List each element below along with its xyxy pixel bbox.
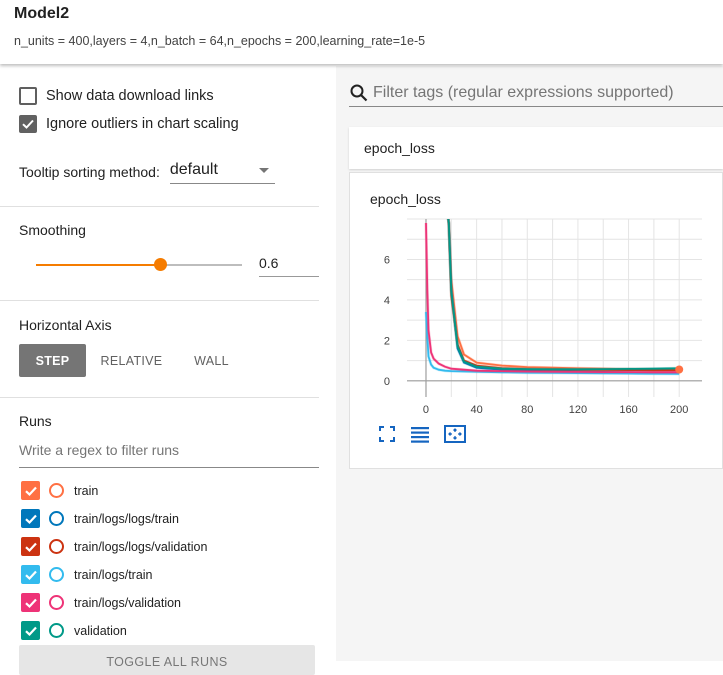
run-color-circle[interactable] (49, 567, 64, 582)
y-tick-label: 0 (384, 376, 390, 388)
chart-toolbar (378, 425, 466, 443)
run-label: train/logs/train (74, 567, 153, 582)
y-tick-label: 6 (384, 254, 390, 266)
run-color-circle[interactable] (49, 539, 64, 554)
check-icon (24, 570, 37, 580)
epoch-loss-chart[interactable]: 0 40 80 120 160 200 0 2 4 6 (350, 173, 723, 423)
series-end-point (675, 365, 684, 374)
run-item[interactable]: train/logs/validation (21, 593, 181, 612)
page-subtitle: n_units = 400,layers = 4,n_batch = 64,n_… (14, 34, 426, 48)
run-checkbox[interactable] (21, 481, 40, 500)
tag-filter-input[interactable]: Filter tags (regular expressions support… (349, 80, 723, 107)
run-label: train/logs/logs/validation (74, 539, 208, 554)
run-item[interactable]: train/logs/logs/validation (21, 537, 207, 556)
smoothing-label: Smoothing (19, 222, 86, 238)
horizontal-axis-buttons: STEP RELATIVE WALL (19, 344, 246, 377)
x-tick-label: 160 (619, 404, 637, 416)
tag-filter-placeholder: Filter tags (regular expressions support… (373, 84, 674, 101)
divider (0, 300, 319, 301)
run-checkbox[interactable] (21, 621, 40, 640)
show-download-links-option[interactable]: Show data download links (19, 87, 214, 105)
ignore-outliers-label: Ignore outliers in chart scaling (46, 116, 239, 132)
fit-domain-icon[interactable] (444, 425, 466, 443)
axis-step-button[interactable]: STEP (19, 344, 86, 377)
header: Model2 n_units = 400,layers = 4,n_batch … (0, 0, 723, 64)
run-checkbox[interactable] (21, 537, 40, 556)
check-icon (24, 598, 37, 608)
runs-label: Runs (19, 413, 52, 429)
tooltip-sorting-label: Tooltip sorting method: (19, 164, 160, 180)
smoothing-slider[interactable] (36, 258, 242, 271)
check-icon (24, 486, 37, 496)
tag-group-title: epoch_loss (364, 140, 435, 156)
page-title: Model2 (14, 5, 70, 22)
run-checkbox[interactable] (21, 509, 40, 528)
smoothing-value-input[interactable]: 0.6 (259, 250, 319, 277)
run-item[interactable]: validation (21, 621, 127, 640)
axis-wall-button[interactable]: WALL (177, 344, 246, 377)
run-label: train/logs/logs/train (74, 511, 179, 526)
check-icon (22, 119, 34, 129)
check-icon (24, 626, 37, 636)
fullscreen-icon[interactable] (378, 425, 396, 443)
run-color-circle[interactable] (49, 623, 64, 638)
y-tick-label: 2 (384, 335, 390, 347)
tooltip-sorting-select[interactable]: default (169, 160, 275, 184)
x-tick-label: 200 (670, 404, 688, 416)
run-checkbox[interactable] (21, 565, 40, 584)
ignore-outliers-checkbox[interactable] (19, 115, 37, 133)
run-color-circle[interactable] (49, 483, 64, 498)
y-tick-label: 4 (384, 295, 390, 307)
divider (0, 206, 319, 207)
run-item[interactable]: train/logs/train (21, 565, 153, 584)
run-color-circle[interactable] (49, 511, 64, 526)
chevron-down-icon (258, 168, 269, 173)
chart-card: epoch_loss 0 40 80 120 160 200 0 2 4 6 (349, 172, 723, 469)
smoothing-slider-thumb[interactable] (153, 258, 167, 271)
smoothing-slider-fill (36, 264, 160, 266)
runs-filter-input[interactable]: Write a regex to filter runs (19, 442, 319, 468)
show-download-links-label: Show data download links (46, 88, 214, 104)
data-series-icon[interactable] (410, 425, 430, 443)
tag-group-header[interactable]: epoch_loss (349, 127, 723, 169)
x-tick-label: 80 (521, 404, 533, 416)
check-icon (24, 542, 37, 552)
search-icon (350, 84, 368, 102)
check-icon (24, 514, 37, 524)
x-tick-label: 0 (423, 404, 429, 416)
run-label: validation (74, 623, 127, 638)
toggle-all-runs-button[interactable]: TOGGLE ALL RUNS (19, 645, 315, 675)
x-tick-label: 120 (569, 404, 587, 416)
run-checkbox[interactable] (21, 593, 40, 612)
run-label: train/logs/validation (74, 595, 182, 610)
tooltip-sorting-row: Tooltip sorting method: default (19, 160, 275, 184)
run-item[interactable]: train/logs/logs/train (21, 509, 179, 528)
divider (0, 397, 319, 398)
show-download-links-checkbox[interactable] (19, 87, 37, 105)
tooltip-sorting-value: default (169, 161, 218, 178)
x-tick-label: 40 (471, 404, 483, 416)
runs-filter-placeholder: Write a regex to filter runs (19, 442, 180, 458)
ignore-outliers-option[interactable]: Ignore outliers in chart scaling (19, 115, 239, 133)
run-color-circle[interactable] (49, 595, 64, 610)
run-item[interactable]: train (21, 481, 98, 500)
axis-relative-button[interactable]: RELATIVE (86, 344, 177, 377)
run-label: train (74, 483, 99, 498)
horizontal-axis-label: Horizontal Axis (19, 317, 112, 333)
